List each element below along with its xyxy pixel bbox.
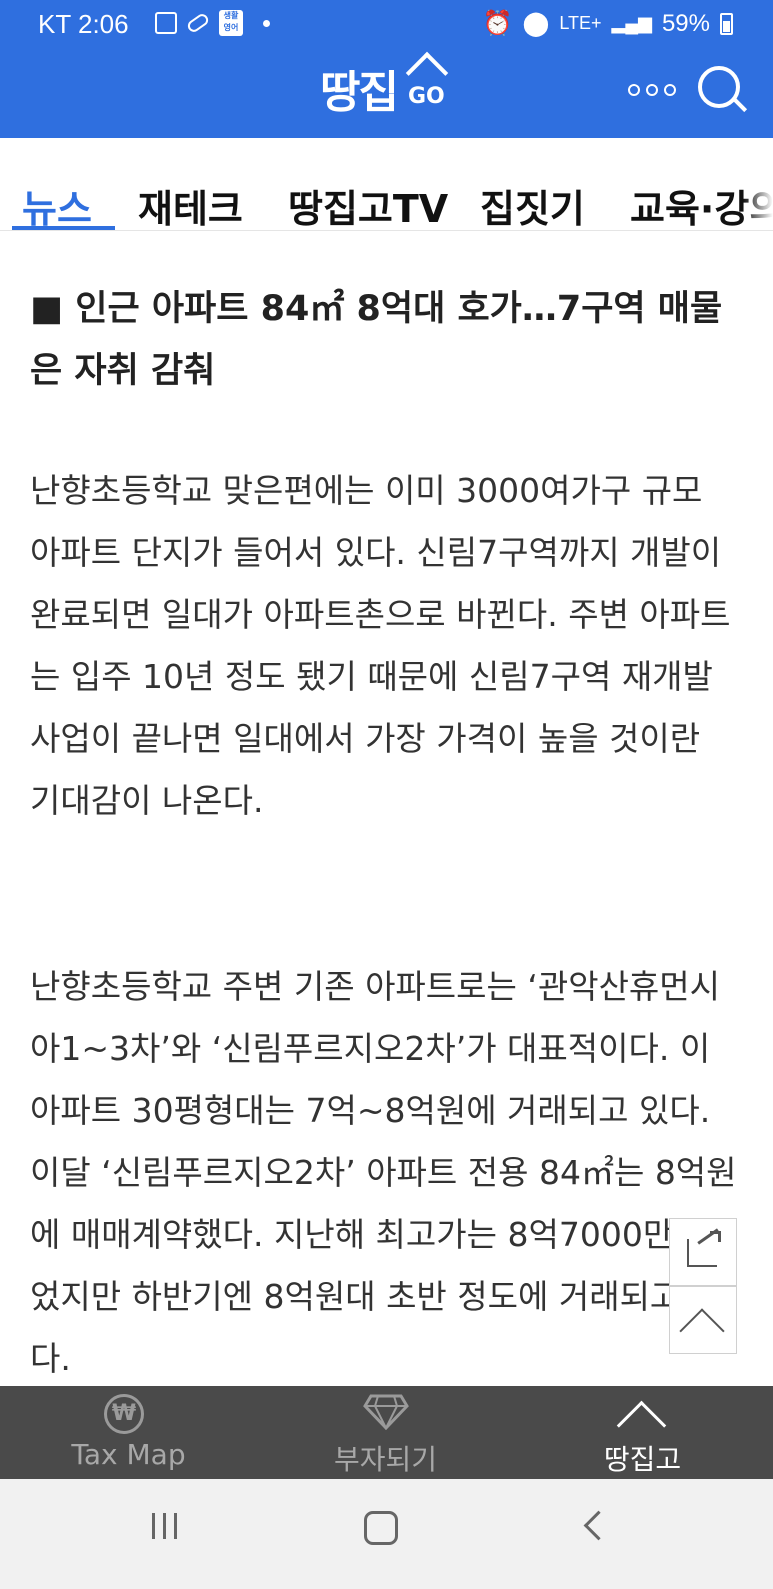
system-navigation-bar	[0, 1479, 773, 1589]
share-button[interactable]	[669, 1218, 737, 1286]
back-icon[interactable]	[583, 1510, 614, 1541]
network-label: LTE+	[559, 13, 602, 33]
bottom-tab-ttangjipgo[interactable]: 땅집고	[514, 1386, 771, 1479]
more-options-icon[interactable]	[628, 84, 676, 96]
diamond-icon	[363, 1394, 409, 1430]
bottom-tab-bar: ₩ Tax Map 부자되기 땅집고	[0, 1386, 773, 1479]
scroll-top-button[interactable]	[669, 1286, 737, 1354]
more-notifications-icon	[263, 19, 270, 27]
tabs-fade	[743, 138, 773, 230]
logo-text: 땅집	[320, 67, 399, 118]
recents-icon[interactable]	[152, 1513, 177, 1539]
article-paragraph: 난향초등학교 주변 기존 아파트로는 ‘관악산휴먼시아1~3차’와 ‘신림푸르지…	[30, 967, 737, 1378]
app-logo[interactable]: 땅집 GO	[320, 51, 449, 120]
location-icon: ⬤	[522, 10, 550, 37]
search-icon[interactable]	[698, 66, 740, 108]
tab-house-building[interactable]: 집짓기	[480, 178, 585, 230]
notification-icons: 생활 영어	[155, 10, 270, 36]
app-badge-icon: 생활 영어	[219, 10, 243, 36]
signal-icon: ▂▄▆	[611, 13, 652, 33]
bottom-tab-label: Tax Map	[71, 1438, 186, 1471]
article-subheading: ■ 인근 아파트 84㎡ 8억대 호가…7구역 매물은 자취 감춰	[30, 289, 723, 391]
tab-investment[interactable]: 재테크	[138, 178, 243, 230]
home-icon[interactable]	[364, 1511, 398, 1545]
bottom-tab-label: 땅집고	[603, 1443, 682, 1476]
app-header: 땅집 GO	[0, 48, 773, 138]
status-bar: KT 2:06 생활 영어 ⏰ ⬤ LTE+ ▂▄▆ 59%	[0, 0, 773, 48]
pill-icon	[185, 11, 211, 35]
bottom-tab-get-rich[interactable]: 부자되기	[257, 1386, 514, 1479]
chevron-up-icon	[679, 1308, 725, 1354]
carrier-time: KT 2:06	[38, 9, 129, 39]
app-top-bar: KT 2:06 생활 영어 ⏰ ⬤ LTE+ ▂▄▆ 59% 땅집 GO	[0, 0, 773, 138]
article-paragraph: 난향초등학교 맞은편에는 이미 3000여가구 규모 아파트 단지가 들어서 있…	[30, 471, 731, 820]
tab-ttangjipgo-tv[interactable]: 땅집고TV	[288, 178, 448, 230]
won-coin-icon: ₩	[104, 1394, 144, 1434]
alarm-icon: ⏰	[482, 10, 513, 37]
bottom-tab-tax-map[interactable]: ₩ Tax Map	[0, 1386, 257, 1479]
gallery-icon	[155, 12, 177, 34]
battery-icon	[720, 12, 733, 35]
battery-label: 59%	[661, 9, 710, 37]
article-body: ■ 인근 아파트 84㎡ 8억대 호가…7구역 매물은 자취 감춰 난향초등학교…	[30, 278, 740, 1378]
share-icon	[687, 1239, 717, 1267]
active-tab-indicator	[12, 226, 115, 230]
category-tabs: 뉴스 재테크 땅집고TV 집짓기 교육·강의	[0, 138, 773, 231]
tab-news[interactable]: 뉴스	[22, 178, 92, 230]
status-right: ⏰ ⬤ LTE+ ▂▄▆ 59%	[483, 9, 733, 38]
bottom-tab-label: 부자되기	[333, 1443, 438, 1476]
logo-suffix: GO	[408, 84, 445, 109]
